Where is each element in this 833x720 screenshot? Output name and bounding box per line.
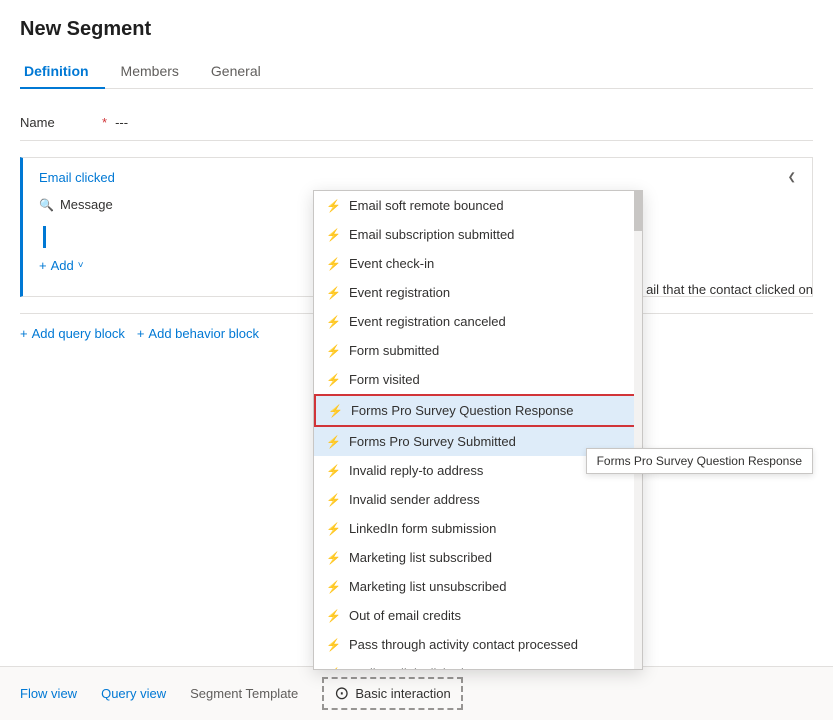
add-behavior-block-button[interactable]: + Add behavior block [137,322,271,345]
list-item[interactable]: ⚡ Email subscription submitted [314,220,642,249]
item-label: Email soft remote bounced [349,198,504,213]
item-label: Invalid reply-to address [349,463,483,478]
template-value: Basic interaction [355,686,450,701]
lightning-icon: ⚡ [326,667,341,671]
lightning-icon: ⚡ [326,286,341,300]
list-item[interactable]: ⚡ Event registration [314,278,642,307]
list-item[interactable]: ⚡ Event check-in [314,249,642,278]
plus-icon: + [137,326,145,341]
add-button[interactable]: + Add ˅ [39,258,84,273]
chevron-down-icon: ˅ [78,260,84,271]
item-label: Marketing list unsubscribed [349,579,507,594]
item-label: Invalid sender address [349,492,480,507]
lightning-icon: ⚡ [328,404,343,418]
item-label: Forms Pro Survey Submitted [349,434,516,449]
list-item[interactable]: ⚡ Form submitted [314,336,642,365]
list-item[interactable]: ⚡ LinkedIn form submission [314,514,642,543]
blue-bar [43,226,46,248]
lightning-icon: ⚡ [326,228,341,242]
chevron-down-icon[interactable]: ❮ [788,172,796,183]
item-label: Pass through activity contact processed [349,637,578,652]
name-row: Name * --- [20,105,813,141]
list-item[interactable]: ⚡ Pass through activity contact processe… [314,630,642,659]
plus-icon: + [39,258,47,273]
scrollbar-thumb[interactable] [634,191,642,231]
tooltip-text: Forms Pro Survey Question Response [597,454,802,468]
right-info-text: ail that the contact clicked on [646,282,813,297]
tab-members[interactable]: Members [105,55,195,89]
scrollbar-track [634,191,642,669]
lightning-icon: ⚡ [326,199,341,213]
tab-definition[interactable]: Definition [20,55,105,89]
item-label: Marketing list subscribed [349,550,492,565]
list-item[interactable]: ⚡ Marketing list unsubscribed [314,572,642,601]
lightning-icon: ⚡ [326,609,341,623]
lightning-icon: ⚡ [326,344,341,358]
lightning-icon: ⚡ [326,580,341,594]
item-label: Out of email credits [349,608,461,623]
page-header: New Segment Definition Members General [0,0,833,89]
lightning-icon: ⚡ [326,464,341,478]
tab-general[interactable]: General [195,55,277,89]
page-title: New Segment [20,18,813,41]
search-icon: 🔍 [39,198,54,212]
lightning-icon: ⚡ [326,638,341,652]
add-query-block-button[interactable]: + Add query block [20,322,137,345]
item-label: Form visited [349,372,420,387]
lightning-icon: ⚡ [326,315,341,329]
required-star: * [102,115,107,130]
list-item[interactable]: ⚡ Form visited [314,365,642,394]
lightning-icon: ⚡ [326,373,341,387]
forms-pro-question-item[interactable]: ⚡ Forms Pro Survey Question Response [314,394,642,427]
segment-block-header: Email clicked ❮ [39,170,796,185]
list-item[interactable]: ⚡ Email soft remote bounced [314,191,642,220]
item-label: Event registration canceled [349,314,506,329]
message-label: Message [60,197,113,212]
item-label: Redirect link clicked [349,666,464,670]
lightning-icon: ⚡ [326,522,341,536]
dropdown-list: ⚡ Email soft remote bounced ⚡ Email subs… [314,191,642,670]
lightning-icon: ⚡ [326,551,341,565]
tabs-bar: Definition Members General [20,55,813,89]
list-item[interactable]: ⚡ Invalid sender address [314,485,642,514]
item-label: Forms Pro Survey Question Response [351,403,574,418]
template-label: Segment Template [190,686,298,701]
name-label: Name [20,115,100,130]
item-label: Event registration [349,285,450,300]
list-item[interactable]: ⚡ Out of email credits [314,601,642,630]
item-label: LinkedIn form submission [349,521,496,536]
lightning-icon: ⚡ [326,493,341,507]
plus-icon: + [20,326,28,341]
item-label: Email subscription submitted [349,227,514,242]
lightning-icon: ⚡ [326,257,341,271]
segment-block-title: Email clicked [39,170,788,185]
flow-view-link[interactable]: Flow view [20,686,77,701]
query-view-link[interactable]: Query view [101,686,166,701]
item-label: Form submitted [349,343,439,358]
list-item[interactable]: ⚡ Marketing list subscribed [314,543,642,572]
list-item[interactable]: ⚡ Event registration canceled [314,307,642,336]
list-item[interactable]: ⚡ Redirect link clicked [314,659,642,670]
item-label: Event check-in [349,256,434,271]
lightning-icon: ⚡ [326,435,341,449]
template-icon: ⊙ [334,683,349,704]
page-wrapper: New Segment Definition Members General N… [0,0,833,720]
footer-bar: Flow view Query view Segment Template ⊙ … [0,666,833,720]
tooltip-box: Forms Pro Survey Question Response [586,448,813,474]
name-value: --- [115,115,128,130]
dropdown-overlay: ⚡ Email soft remote bounced ⚡ Email subs… [313,190,643,670]
template-badge: ⊙ Basic interaction [322,677,462,710]
